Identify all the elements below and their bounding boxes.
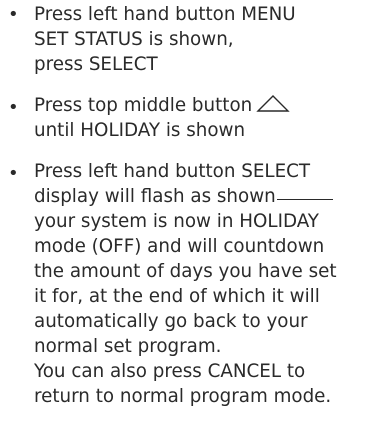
step-3-line-7: automatically go back to your	[34, 311, 308, 332]
step-3-line-2: display will flash as shown	[34, 184, 380, 209]
instruction-step-3: • Press left hand button SELECT display …	[0, 159, 380, 409]
step-1-line-2: SET STATUS is shown,	[34, 29, 234, 50]
step-2-line-1: Press top middle button	[34, 93, 380, 118]
step-3-line-9: You can also press CANCEL to	[34, 361, 306, 382]
step-3-line-3: your system is now in HOLIDAY	[34, 211, 319, 232]
step-3-line-5: the amount of days you have set	[34, 261, 337, 282]
instruction-step-1: • Press left hand button MENU SET STATUS…	[0, 0, 380, 77]
display-pointer-line	[276, 198, 333, 200]
bullet: •	[8, 4, 19, 25]
step-1-line-3: press SELECT	[34, 54, 158, 75]
step-2-line-1-text: Press top middle button	[34, 95, 253, 116]
up-triangle-icon	[256, 93, 290, 113]
bullet: •	[8, 163, 19, 184]
step-3-line-10: return to normal program mode.	[34, 386, 332, 407]
step-1-line-1: Press left hand button MENU	[34, 4, 296, 25]
step-3-line-4: mode (OFF) and will countdown	[34, 236, 325, 257]
instruction-step-2: • Press top middle button until HOLIDAY …	[0, 93, 380, 143]
instruction-list: • Press left hand button MENU SET STATUS…	[0, 0, 380, 409]
step-3-line-6: it for, at the end of which it will	[34, 286, 320, 307]
step-3-line-2-text: display will flash as shown	[34, 186, 276, 207]
bullet: •	[8, 97, 19, 118]
step-3-line-8: normal set program.	[34, 336, 222, 357]
step-3-line-1: Press left hand button SELECT	[34, 161, 311, 182]
step-2-line-2: until HOLIDAY is shown	[34, 120, 246, 141]
